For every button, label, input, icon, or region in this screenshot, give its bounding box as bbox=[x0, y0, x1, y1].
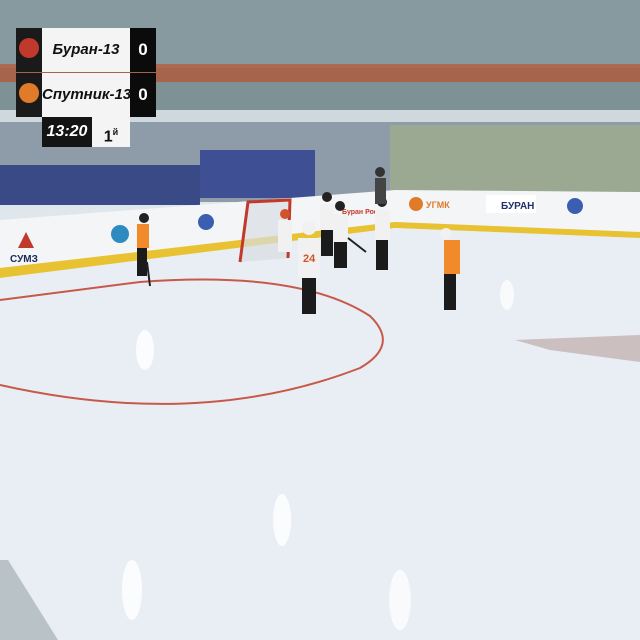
home-team-logo bbox=[16, 28, 42, 72]
ice-reflection bbox=[389, 570, 411, 630]
ice-reflection bbox=[273, 494, 291, 546]
player-referee bbox=[375, 167, 386, 204]
period-number: 1 bbox=[103, 128, 113, 146]
away-team-logo bbox=[16, 73, 42, 117]
svg-text:24: 24 bbox=[303, 253, 316, 265]
ice-reflection bbox=[136, 330, 154, 370]
svg-text:СУМЗ: СУМЗ bbox=[10, 254, 38, 265]
away-team-row: Спутник-13 0 bbox=[16, 73, 156, 117]
sponsor-ugmk: УГМК bbox=[409, 197, 450, 211]
glass-right-section bbox=[390, 125, 640, 195]
scoreboard: Буран-13 0 Спутник-13 0 13:20 1й bbox=[16, 28, 156, 150]
ice-surface bbox=[0, 228, 640, 640]
game-clock: 13:20 bbox=[42, 117, 92, 147]
ice-reflection bbox=[122, 560, 142, 620]
period-indicator: 1й bbox=[92, 117, 130, 147]
svg-text:БУРАН: БУРАН bbox=[501, 201, 534, 212]
away-team-score: 0 bbox=[130, 73, 156, 117]
sponsor-emblem bbox=[198, 214, 214, 230]
home-team-row: Буран-13 0 bbox=[16, 28, 156, 72]
sponsor-buran-banner: БУРАН bbox=[486, 195, 536, 213]
sponsor-emblem bbox=[567, 198, 583, 214]
seat-block bbox=[0, 165, 200, 205]
home-team-name: Буран-13 bbox=[42, 28, 130, 72]
away-team-name: Спутник-13 bbox=[42, 73, 131, 117]
period-suffix: й bbox=[112, 127, 119, 137]
seat-block bbox=[200, 150, 315, 198]
sponsor-emblem bbox=[111, 225, 129, 243]
svg-text:УГМК: УГМК bbox=[426, 200, 450, 210]
ice-reflection bbox=[500, 280, 514, 310]
home-team-score: 0 bbox=[130, 28, 156, 72]
